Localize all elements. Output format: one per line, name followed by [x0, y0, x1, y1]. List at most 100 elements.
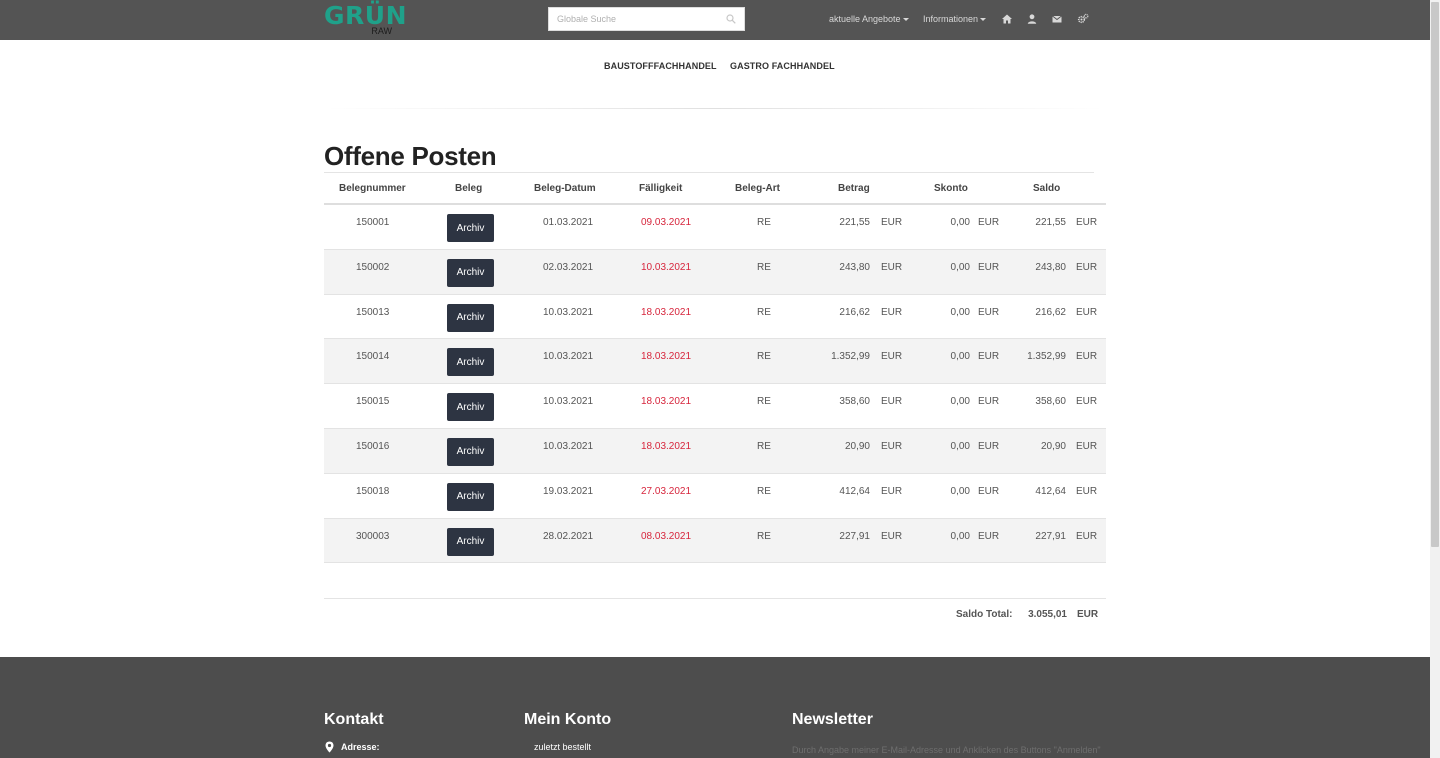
cell-belegnummer: 150016 [356, 440, 390, 452]
cell-saldo: 221,55 [1035, 217, 1066, 228]
archiv-button[interactable]: Archiv [447, 303, 494, 332]
cell-betrag: 243,80 [839, 261, 870, 273]
cell-faelligkeit: 10.03.2021 [641, 261, 692, 273]
archiv-button[interactable]: Archiv [447, 437, 494, 466]
archiv-button[interactable]: Archiv [447, 393, 494, 422]
category-baustofffachhandel[interactable]: BAUSTOFFFACHHANDEL [604, 61, 717, 71]
archiv-button[interactable]: Archiv [447, 482, 494, 511]
home-icon[interactable] [1001, 13, 1013, 25]
user-icon[interactable] [1026, 13, 1038, 25]
cell-saldo: 216,62 [1035, 306, 1066, 318]
cell-faelligkeit: 08.03.2021 [641, 530, 692, 542]
cell-saldo-currency: EUR [1076, 217, 1098, 228]
cell-betrag: 358,60 [839, 396, 870, 408]
table-row: 150001 Archiv 01.03.2021 09.03.2021 RE 221,55… [324, 205, 1106, 250]
nav-informationen[interactable]: Informationen [923, 14, 987, 24]
cell-skonto: 0,00 [950, 440, 970, 452]
cell-skonto-currency: EUR [978, 485, 1000, 497]
cell-saldo-currency: EUR [1076, 396, 1098, 408]
cell-skonto: 0,00 [950, 530, 970, 542]
nav-aktuelle-angebote-label: aktuelle Angebote [829, 14, 901, 24]
cell-betrag: 216,62 [839, 306, 870, 318]
cell-beleg-art: RE [757, 396, 771, 408]
cell-belegnummer: 150014 [356, 351, 390, 363]
logo[interactable]: GRÜN RAW [324, 3, 407, 37]
search-icon[interactable] [726, 14, 736, 24]
cell-betrag: 227,91 [839, 530, 870, 542]
cell-saldo: 227,91 [1035, 530, 1066, 542]
column-header-faelligkeit[interactable]: Fälligkeit [639, 183, 682, 194]
cell-betrag-currency: EUR [881, 485, 903, 497]
cell-saldo: 243,80 [1035, 261, 1066, 273]
cell-skonto: 0,00 [950, 217, 970, 228]
column-header-saldo[interactable]: Saldo [1033, 183, 1060, 194]
table-row: 150018 Archiv 19.03.2021 27.03.2021 RE 412,64… [324, 474, 1106, 519]
caret-down-icon [902, 18, 909, 22]
table-header: Belegnummer Beleg Beleg-Datum Fälligkeit… [324, 173, 1106, 205]
cell-skonto: 0,00 [950, 306, 970, 318]
saldo-total-value: 3.055,01 [1028, 609, 1067, 620]
cell-skonto-currency: EUR [978, 530, 1000, 542]
cell-betrag: 221,55 [839, 217, 870, 228]
table-row: 300003 Archiv 28.02.2021 08.03.2021 RE 227,91… [324, 518, 1106, 564]
cell-faelligkeit: 27.03.2021 [641, 485, 692, 497]
footer-link-zuletzt-bestellt[interactable]: zuletzt bestellt [534, 742, 591, 752]
cell-saldo-currency: EUR [1076, 440, 1098, 452]
cell-skonto-currency: EUR [978, 351, 1000, 363]
cell-faelligkeit: 18.03.2021 [641, 306, 692, 318]
cogs-icon[interactable] [1077, 13, 1089, 25]
archiv-button[interactable]: Archiv [447, 258, 494, 287]
cell-saldo-currency: EUR [1076, 306, 1098, 318]
column-header-skonto[interactable]: Skonto [934, 183, 968, 194]
cell-betrag-currency: EUR [881, 261, 903, 273]
column-header-beleg-art[interactable]: Beleg-Art [735, 183, 780, 194]
column-header-betrag[interactable]: Betrag [838, 183, 870, 194]
cell-beleg-art: RE [757, 217, 771, 228]
cell-skonto: 0,00 [950, 261, 970, 273]
table-row: 150016 Archiv 10.03.2021 18.03.2021 RE 20,90 E… [324, 428, 1106, 474]
cell-beleg-datum: 28.02.2021 [543, 530, 594, 542]
cell-beleg-datum: 02.03.2021 [543, 261, 594, 273]
footer-konto-title: Mein Konto [524, 711, 612, 728]
cell-betrag-currency: EUR [881, 530, 903, 542]
archiv-button[interactable]: Archiv [447, 527, 494, 556]
saldo-total-currency: EUR [1077, 609, 1099, 620]
footer-kontakt-title: Kontakt [324, 711, 384, 728]
cell-betrag-currency: EUR [881, 440, 903, 452]
cell-beleg-datum: 01.03.2021 [543, 217, 594, 228]
search-box [548, 7, 745, 31]
cell-belegnummer: 150001 [356, 217, 390, 228]
table-row: 150013 Archiv 10.03.2021 18.03.2021 RE 216,62… [324, 295, 1106, 340]
cell-beleg-datum: 10.03.2021 [543, 351, 594, 363]
envelope-icon[interactable] [1051, 13, 1063, 25]
table-row: 150002 Archiv 02.03.2021 10.03.2021 RE 243,80… [324, 249, 1106, 295]
table-body: 150001 Archiv 01.03.2021 09.03.2021 RE 221,55… [324, 205, 1106, 564]
search-input[interactable] [549, 8, 719, 30]
archiv-button[interactable]: Archiv [447, 348, 494, 377]
cell-saldo: 20,90 [1040, 440, 1066, 452]
column-header-beleg-datum[interactable]: Beleg-Datum [534, 183, 596, 194]
cell-beleg-datum: 10.03.2021 [543, 440, 594, 452]
scrollbar[interactable] [1430, 0, 1440, 758]
cell-faelligkeit: 18.03.2021 [641, 396, 692, 408]
category-gastro-fachhandel[interactable]: GASTRO FACHHANDEL [730, 61, 835, 71]
map-marker-icon [325, 741, 334, 753]
saldo-total-label: Saldo Total: [956, 609, 1013, 620]
cell-faelligkeit: 18.03.2021 [641, 351, 692, 363]
cell-belegnummer: 150018 [356, 485, 390, 497]
cell-belegnummer: 150015 [356, 396, 390, 408]
cell-beleg-art: RE [757, 351, 771, 363]
scrollbar-thumb[interactable] [1431, 2, 1439, 547]
archiv-button[interactable]: Archiv [447, 214, 494, 242]
column-header-belegnummer[interactable]: Belegnummer [339, 183, 406, 194]
nav-aktuelle-angebote[interactable]: aktuelle Angebote [829, 14, 909, 24]
cell-skonto-currency: EUR [978, 440, 1000, 452]
total-divider [324, 598, 1106, 599]
column-header-beleg[interactable]: Beleg [455, 183, 482, 194]
cell-betrag-currency: EUR [881, 217, 903, 228]
cell-saldo: 412,64 [1035, 485, 1066, 497]
cell-betrag: 1.352,99 [831, 351, 870, 363]
cell-saldo: 358,60 [1035, 396, 1066, 408]
cell-skonto: 0,00 [950, 485, 970, 497]
logo-subtext: RAW [371, 26, 392, 36]
